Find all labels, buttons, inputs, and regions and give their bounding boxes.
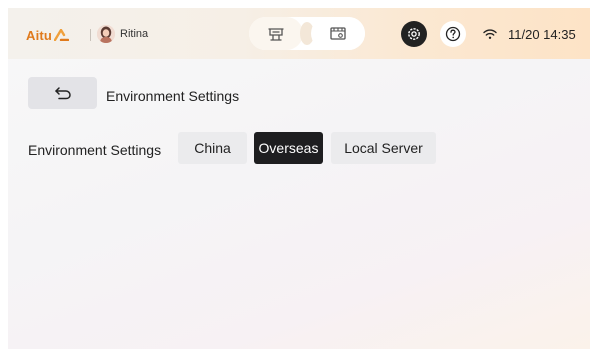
avatar-user-icon	[97, 25, 115, 43]
help-icon	[445, 26, 461, 42]
app-screen: Aitu Ritina 11/20 14:35 Environment Sett…	[8, 8, 590, 349]
user-name[interactable]: Ritina	[120, 28, 148, 40]
print-mode-icon	[268, 27, 284, 41]
clock: 11/20 14:35	[508, 27, 576, 42]
help-button[interactable]	[440, 21, 466, 47]
env-option-overseas[interactable]: Overseas	[254, 132, 323, 164]
env-option-china[interactable]: China	[178, 132, 247, 164]
back-button[interactable]	[28, 77, 97, 109]
brand-logo: Aitu	[26, 27, 70, 43]
top-bar: Aitu Ritina 11/20 14:35	[8, 8, 590, 59]
logo-divider	[90, 29, 91, 41]
gear-icon	[408, 28, 420, 40]
env-option-local-server[interactable]: Local Server	[331, 132, 436, 164]
wifi-icon	[483, 29, 497, 39]
logo-text: Aitu	[26, 27, 53, 43]
aitu-logo-mark-icon	[54, 29, 70, 41]
preview-mode-icon	[330, 26, 346, 40]
avatar[interactable]	[97, 25, 115, 43]
back-arrow-icon	[54, 87, 71, 100]
print-mode-button[interactable]	[249, 17, 303, 50]
settings-button[interactable]	[401, 21, 427, 47]
page-title: Environment Settings	[106, 88, 240, 104]
preview-mode-button[interactable]	[311, 17, 365, 50]
environment-label: Environment Settings	[28, 142, 162, 158]
